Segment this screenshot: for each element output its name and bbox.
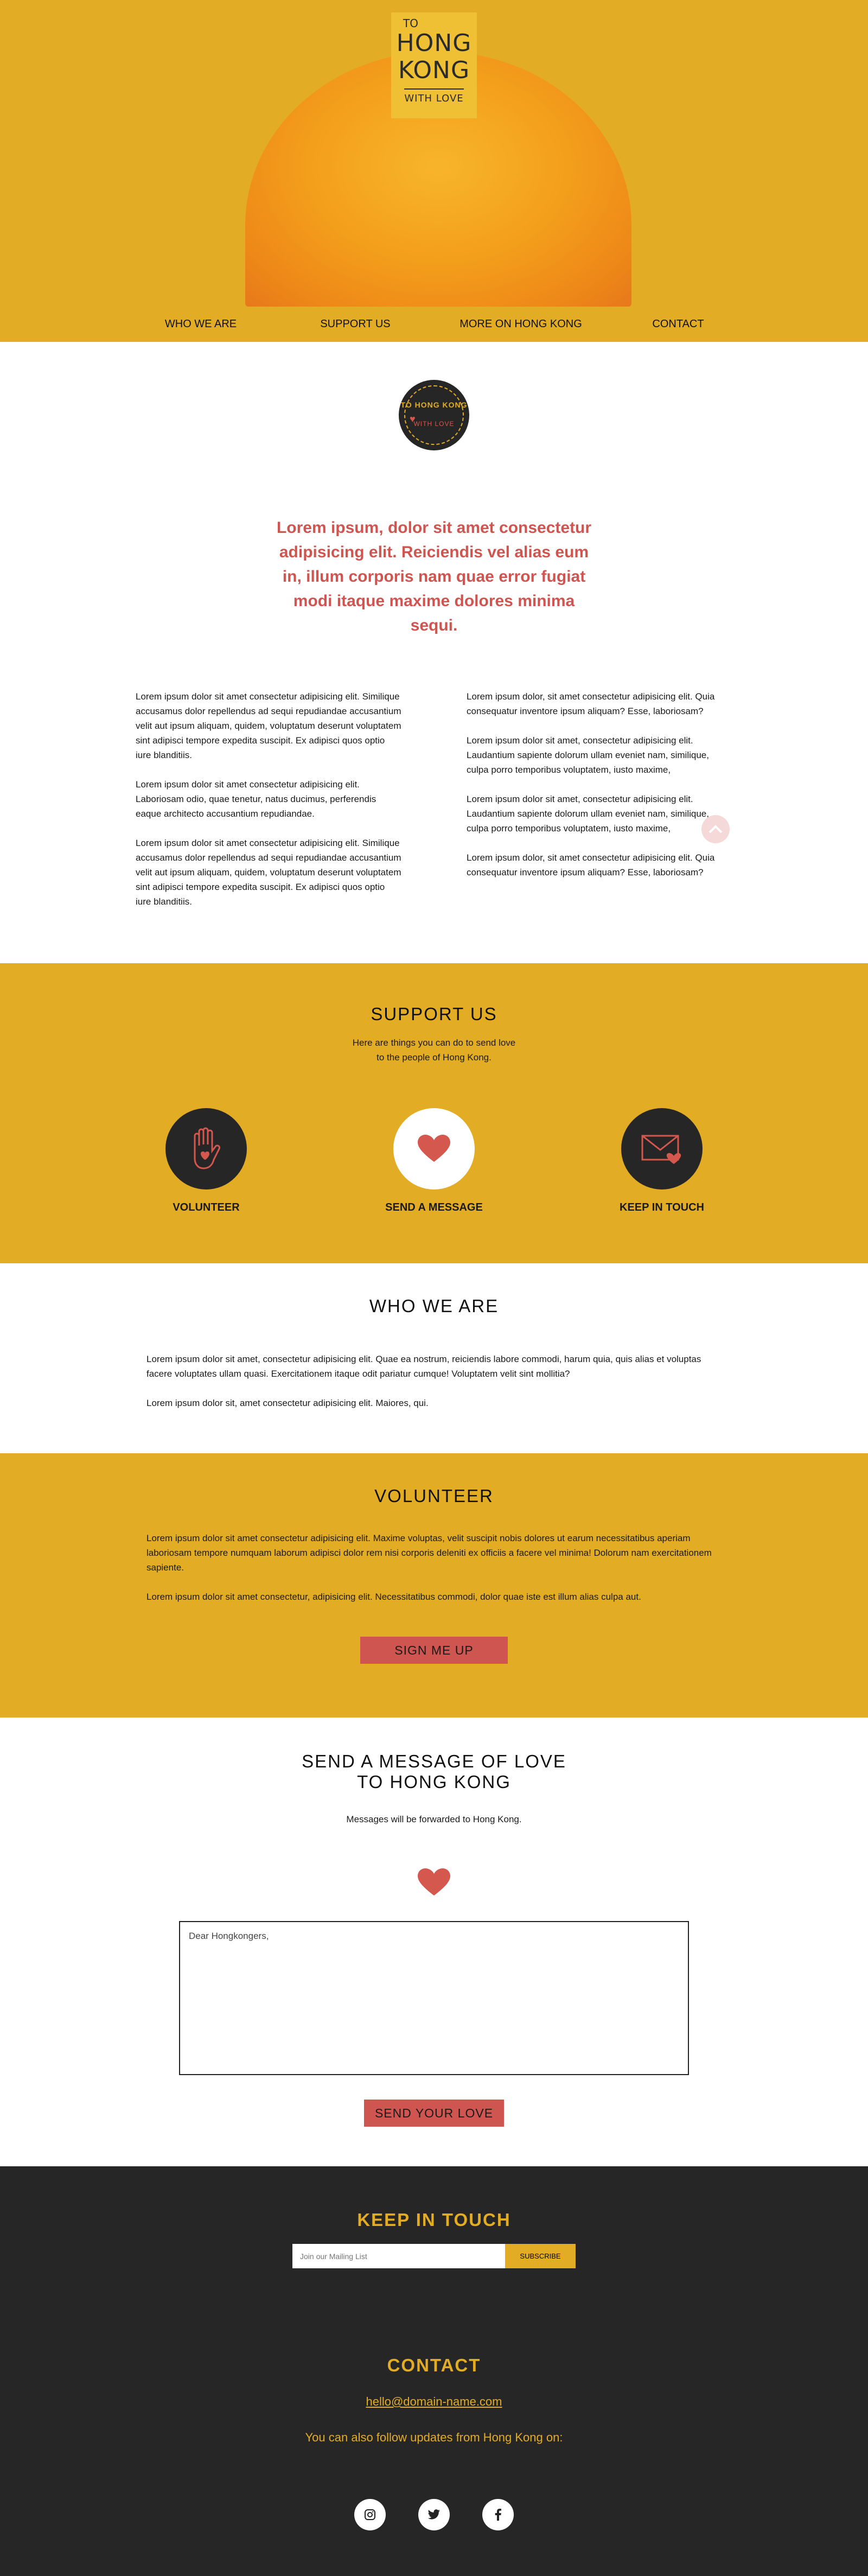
support-volunteer[interactable]: VOLUNTEER: [152, 1108, 260, 1214]
intro-columns: Lorem ipsum dolor sit amet consectetur a…: [0, 638, 868, 924]
support-volunteer-label: VOLUNTEER: [173, 1201, 240, 1213]
logo-divider: [404, 88, 464, 90]
facebook-icon[interactable]: [482, 2499, 514, 2530]
who-we-are-title: WHO WE ARE: [369, 1296, 499, 1316]
send-message-section: SEND A MESSAGE OF LOVE TO HONG KONG Mess…: [0, 1718, 868, 2166]
volunteer-section: VOLUNTEER Lorem ipsum dolor sit amet con…: [0, 1453, 868, 1718]
nav-more-on-hong-kong[interactable]: MORE ON HONG KONG: [431, 318, 610, 330]
intro-lead: Lorem ipsum, dolor sit amet consectetur …: [276, 519, 592, 634]
send-message-subtitle: Messages will be forwarded to Hong Kong.: [346, 1814, 522, 1824]
badge-text-top: TO HONG KONG: [400, 400, 468, 409]
paragraph: Lorem ipsum dolor sit amet, consectetur …: [467, 794, 709, 834]
support-title: SUPPORT US: [371, 1004, 497, 1024]
logo-hong: HONG: [396, 29, 472, 57]
support-send-message-label: SEND A MESSAGE: [385, 1201, 483, 1213]
paragraph: Lorem ipsum dolor, sit amet consectetur …: [467, 853, 715, 877]
support-keep-in-touch-label: KEEP IN TOUCH: [620, 1201, 704, 1213]
paragraph: Lorem ipsum dolor sit amet consectetur a…: [136, 838, 401, 907]
support-subtitle-line: Here are things you can do to send love: [352, 1038, 516, 1048]
paragraph: Lorem ipsum dolor sit, amet consectetur …: [146, 1398, 429, 1408]
hero: TO HONG KONG WITH LOVE: [0, 0, 868, 307]
chevron-up-icon: [709, 825, 723, 834]
volunteer-title: VOLUNTEER: [374, 1486, 494, 1506]
message-textarea[interactable]: [179, 1921, 689, 2075]
logo-to: TO: [403, 17, 418, 30]
who-we-are-text: Lorem ipsum dolor sit amet, consectetur …: [146, 1352, 722, 1410]
send-message-title-line: SEND A MESSAGE OF LOVE: [302, 1751, 566, 1771]
scroll-to-top-button[interactable]: [701, 815, 730, 843]
support-options: VOLUNTEER SEND A MESSAGE KEEP IN TOUCH: [0, 1108, 868, 1214]
paragraph: Lorem ipsum dolor sit amet, consectetur …: [146, 1354, 701, 1379]
paragraph: Lorem ipsum dolor sit amet consectetur, …: [146, 1592, 641, 1602]
nav-support-us[interactable]: SUPPORT US: [279, 318, 431, 330]
hand-heart-icon[interactable]: [165, 1108, 247, 1190]
send-message-title-line: TO HONG KONG: [357, 1772, 511, 1792]
volunteer-text: Lorem ipsum dolor sit amet consectetur a…: [146, 1531, 722, 1604]
site-logo[interactable]: TO HONG KONG WITH LOVE: [391, 12, 477, 118]
contact-block: CONTACT hello@domain-name.com You can al…: [0, 2355, 868, 2530]
heart-icon: [0, 1868, 868, 1899]
support-subtitle: Here are things you can do to send love …: [0, 1035, 868, 1065]
nav-who-we-are[interactable]: WHO WE ARE: [122, 318, 279, 330]
paragraph: Lorem ipsum dolor sit amet consectetur a…: [136, 779, 376, 819]
nav-contact[interactable]: CONTACT: [610, 318, 746, 330]
support-send-message[interactable]: SEND A MESSAGE: [380, 1108, 488, 1214]
badge-heart-icon: ♥: [410, 414, 416, 424]
heart-icon[interactable]: [393, 1108, 475, 1190]
contact-title: CONTACT: [387, 2355, 481, 2375]
main-nav: WHO WE ARE SUPPORT US MORE ON HONG KONG …: [0, 307, 868, 342]
intro-section: TO HONG KONG WITH LOVE ♥ Lorem ipsum, do…: [0, 380, 868, 924]
mailing-list-form: SUBSCRIBE: [0, 2244, 868, 2268]
contact-email-link[interactable]: hello@domain-name.com: [366, 2395, 502, 2409]
keep-in-touch-title: KEEP IN TOUCH: [357, 2210, 511, 2230]
logo-with-love: WITH LOVE: [404, 93, 464, 104]
sign-me-up-button[interactable]: SIGN ME UP: [360, 1637, 508, 1664]
support-subtitle-line: to the people of Hong Kong.: [376, 1052, 492, 1063]
subscribe-button[interactable]: SUBSCRIBE: [505, 2244, 576, 2268]
send-message-title: SEND A MESSAGE OF LOVE TO HONG KONG: [0, 1751, 868, 1792]
paragraph: Lorem ipsum dolor sit amet consectetur a…: [136, 691, 401, 760]
twitter-icon[interactable]: [418, 2499, 450, 2530]
follow-text: You can also follow updates from Hong Ko…: [305, 2431, 563, 2444]
intro-column-left: Lorem ipsum dolor sit amet consectetur a…: [136, 689, 401, 924]
support-keep-in-touch[interactable]: KEEP IN TOUCH: [608, 1108, 716, 1214]
social-links: [0, 2499, 868, 2530]
intro-column-right: Lorem ipsum dolor, sit amet consectetur …: [467, 689, 732, 924]
paragraph: Lorem ipsum dolor sit amet, consectetur …: [467, 735, 709, 775]
who-we-are-section: WHO WE ARE Lorem ipsum dolor sit amet, c…: [0, 1263, 868, 1453]
footer: KEEP IN TOUCH SUBSCRIBE CONTACT hello@do…: [0, 2166, 868, 2576]
envelope-heart-icon[interactable]: [621, 1108, 703, 1190]
badge-logo: TO HONG KONG WITH LOVE ♥: [399, 380, 469, 450]
send-your-love-button[interactable]: SEND YOUR LOVE: [364, 2100, 504, 2127]
support-section: SUPPORT US Here are things you can do to…: [0, 963, 868, 1263]
paragraph: Lorem ipsum dolor sit amet consectetur a…: [146, 1533, 712, 1573]
paragraph: Lorem ipsum dolor, sit amet consectetur …: [467, 691, 715, 716]
logo-kong: KONG: [398, 56, 470, 84]
mailing-list-input[interactable]: [292, 2244, 505, 2268]
instagram-icon[interactable]: [354, 2499, 386, 2530]
